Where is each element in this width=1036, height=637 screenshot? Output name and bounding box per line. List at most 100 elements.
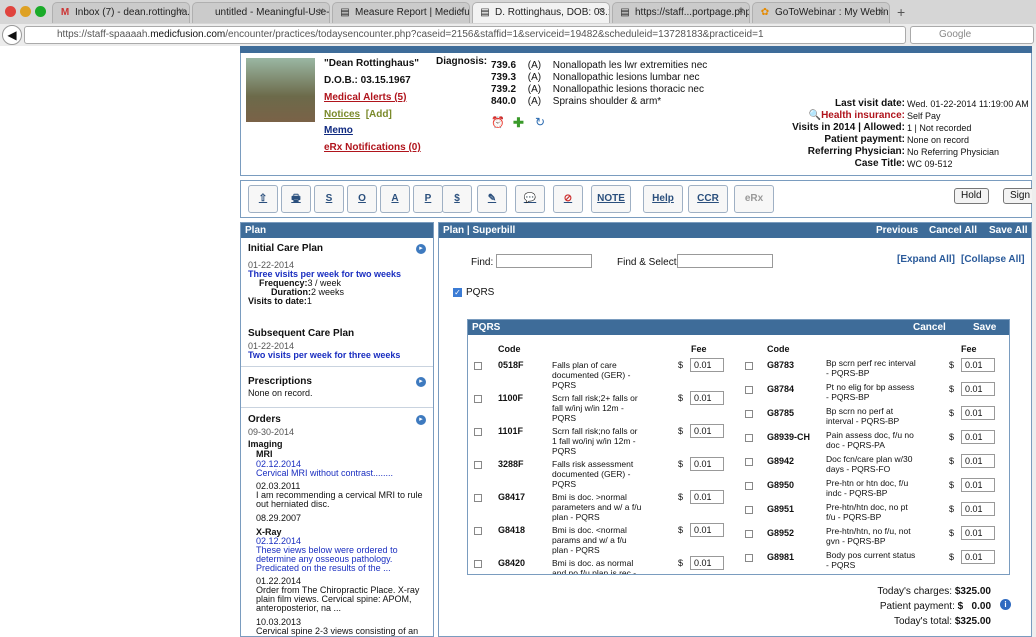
row-checkbox[interactable]: [745, 410, 753, 418]
row-checkbox[interactable]: [745, 458, 753, 466]
close-tab-icon[interactable]: ×: [738, 6, 744, 17]
previous-link[interactable]: Previous: [876, 225, 918, 236]
row-checkbox[interactable]: [745, 362, 753, 370]
close-tab-icon[interactable]: ×: [178, 6, 184, 17]
row-checkbox[interactable]: [474, 560, 482, 568]
google-search-input[interactable]: Google: [910, 26, 1034, 44]
row-checkbox[interactable]: [474, 461, 482, 469]
row-checkbox[interactable]: [474, 494, 482, 502]
browser-tab[interactable]: ✿ GoToWebinar : My Webinars ×: [752, 2, 890, 23]
plan-button[interactable]: P: [413, 185, 443, 213]
fee-input[interactable]: 0.01: [961, 526, 995, 540]
expand-icon[interactable]: ▸: [416, 377, 426, 387]
assessment-button[interactable]: A: [380, 185, 410, 213]
todays-total-label: Today's total:: [894, 616, 953, 627]
cancel-all-link[interactable]: Cancel All: [929, 225, 977, 236]
row-checkbox[interactable]: [745, 386, 753, 394]
close-window-icon[interactable]: [5, 6, 16, 17]
url-path: /encounter/practices/todaysencounter.php…: [225, 29, 764, 40]
note-button[interactable]: NOTE: [591, 185, 631, 213]
billing-button[interactable]: $: [442, 185, 472, 213]
plan-header: Plan: [241, 223, 433, 238]
save-all-link[interactable]: Save All: [989, 225, 1028, 236]
fee-input[interactable]: 0.01: [961, 358, 995, 372]
row-checkbox[interactable]: [474, 428, 482, 436]
tab-title: D. Rottinghaus, DOB: 03.1...: [495, 7, 610, 18]
browser-tab[interactable]: M Inbox (7) - dean.rottingha... ×: [52, 2, 190, 23]
expand-all-link[interactable]: [Expand All]: [897, 254, 955, 265]
refresh-icon[interactable]: ↻: [535, 115, 545, 129]
back-arrow-icon[interactable]: ◀: [2, 25, 22, 45]
close-tab-icon[interactable]: ×: [318, 6, 324, 17]
hold-button[interactable]: Hold: [954, 188, 989, 204]
row-checkbox[interactable]: [474, 362, 482, 370]
currency-symbol: $: [678, 426, 684, 436]
fee-input[interactable]: 0.01: [961, 406, 995, 420]
expand-icon[interactable]: ▸: [416, 415, 426, 425]
fee-input[interactable]: 0.01: [690, 457, 724, 471]
row-checkbox[interactable]: [745, 530, 753, 538]
add-plus-icon[interactable]: ✚: [513, 115, 524, 131]
collapse-all-link[interactable]: [Collapse All]: [961, 254, 1025, 265]
page-scrollbar[interactable]: [1032, 46, 1036, 637]
browser-tab[interactable]: ▤ https://staff...portpage.php ×: [612, 2, 750, 23]
close-tab-icon[interactable]: ×: [458, 6, 464, 17]
browser-tab[interactable]: ▤ Measure Report | Medicfu... ×: [332, 2, 470, 23]
fee-input[interactable]: 0.01: [690, 358, 724, 372]
objective-button[interactable]: O: [347, 185, 377, 213]
subjective-button[interactable]: S: [314, 185, 344, 213]
referring-value: No Referring Physician: [907, 147, 1000, 157]
fee-input[interactable]: 0.01: [690, 424, 724, 438]
fee-input[interactable]: 0.01: [690, 523, 724, 537]
maximize-window-icon[interactable]: [35, 6, 46, 17]
fee-input[interactable]: 0.01: [961, 478, 995, 492]
fee-input[interactable]: 0.01: [961, 550, 995, 564]
fee-input[interactable]: 0.01: [961, 430, 995, 444]
home-button[interactable]: ⇧: [248, 185, 278, 213]
fee-input[interactable]: 0.01: [961, 502, 995, 516]
fee-input[interactable]: 0.01: [690, 556, 724, 570]
row-checkbox[interactable]: [745, 506, 753, 514]
row-checkbox[interactable]: [745, 434, 753, 442]
new-tab-icon[interactable]: +: [897, 4, 905, 20]
chat-button[interactable]: 💬: [515, 185, 545, 213]
row-code: G8784: [767, 384, 795, 394]
tab-title: https://staff...portpage.php: [635, 7, 750, 18]
info-icon[interactable]: i: [1000, 599, 1011, 610]
minimize-window-icon[interactable]: [20, 6, 31, 17]
currency-symbol: $: [678, 558, 684, 568]
browser-tab[interactable]: untitled - Meaningful-Use-Gu...×: [192, 2, 330, 23]
row-checkbox[interactable]: [474, 395, 482, 403]
expand-icon[interactable]: ▸: [416, 244, 426, 254]
find-select-input[interactable]: [677, 254, 773, 268]
alarm-clock-icon[interactable]: ⏰: [491, 116, 505, 129]
checked-box-icon[interactable]: ✓: [453, 288, 462, 297]
notices-add-link[interactable]: [Add]: [366, 109, 392, 120]
pqrs-toggle[interactable]: ✓ PQRS: [453, 287, 494, 298]
help-button[interactable]: Help: [643, 185, 683, 213]
edit-notes-button[interactable]: ✎: [477, 185, 507, 213]
no-message-button[interactable]: ⊘: [553, 185, 583, 213]
fee-input[interactable]: 0.01: [961, 382, 995, 396]
fee-input[interactable]: 0.01: [690, 490, 724, 504]
fee-input[interactable]: 0.01: [690, 391, 724, 405]
row-checkbox[interactable]: [745, 482, 753, 490]
print-button[interactable]: 🖶: [281, 185, 311, 213]
close-tab-icon[interactable]: ×: [598, 6, 604, 17]
fee-input[interactable]: 0.01: [961, 454, 995, 468]
url-bar[interactable]: https://staff-spaaaah.medicfusion.com/en…: [24, 26, 906, 44]
browser-tab-active[interactable]: ▤ D. Rottinghaus, DOB: 03.1... ×: [472, 2, 610, 23]
erx-notifications-link[interactable]: eRx Notifications (0): [324, 142, 421, 153]
row-desc: Bp scrn perf rec interval - PQRS-BP: [826, 358, 916, 378]
memo-link[interactable]: Memo: [324, 125, 353, 136]
ccr-button[interactable]: CCR: [688, 185, 728, 213]
pqrs-cancel-link[interactable]: Cancel: [913, 322, 946, 333]
row-checkbox[interactable]: [745, 554, 753, 562]
close-tab-icon[interactable]: ×: [878, 6, 884, 17]
find-input[interactable]: [496, 254, 592, 268]
row-checkbox[interactable]: [474, 527, 482, 535]
pqrs-save-link[interactable]: Save: [973, 322, 996, 333]
erx-button[interactable]: eRx: [734, 185, 774, 213]
medical-alerts-link[interactable]: Medical Alerts (5): [324, 92, 406, 103]
notices-link[interactable]: Notices: [324, 109, 360, 120]
